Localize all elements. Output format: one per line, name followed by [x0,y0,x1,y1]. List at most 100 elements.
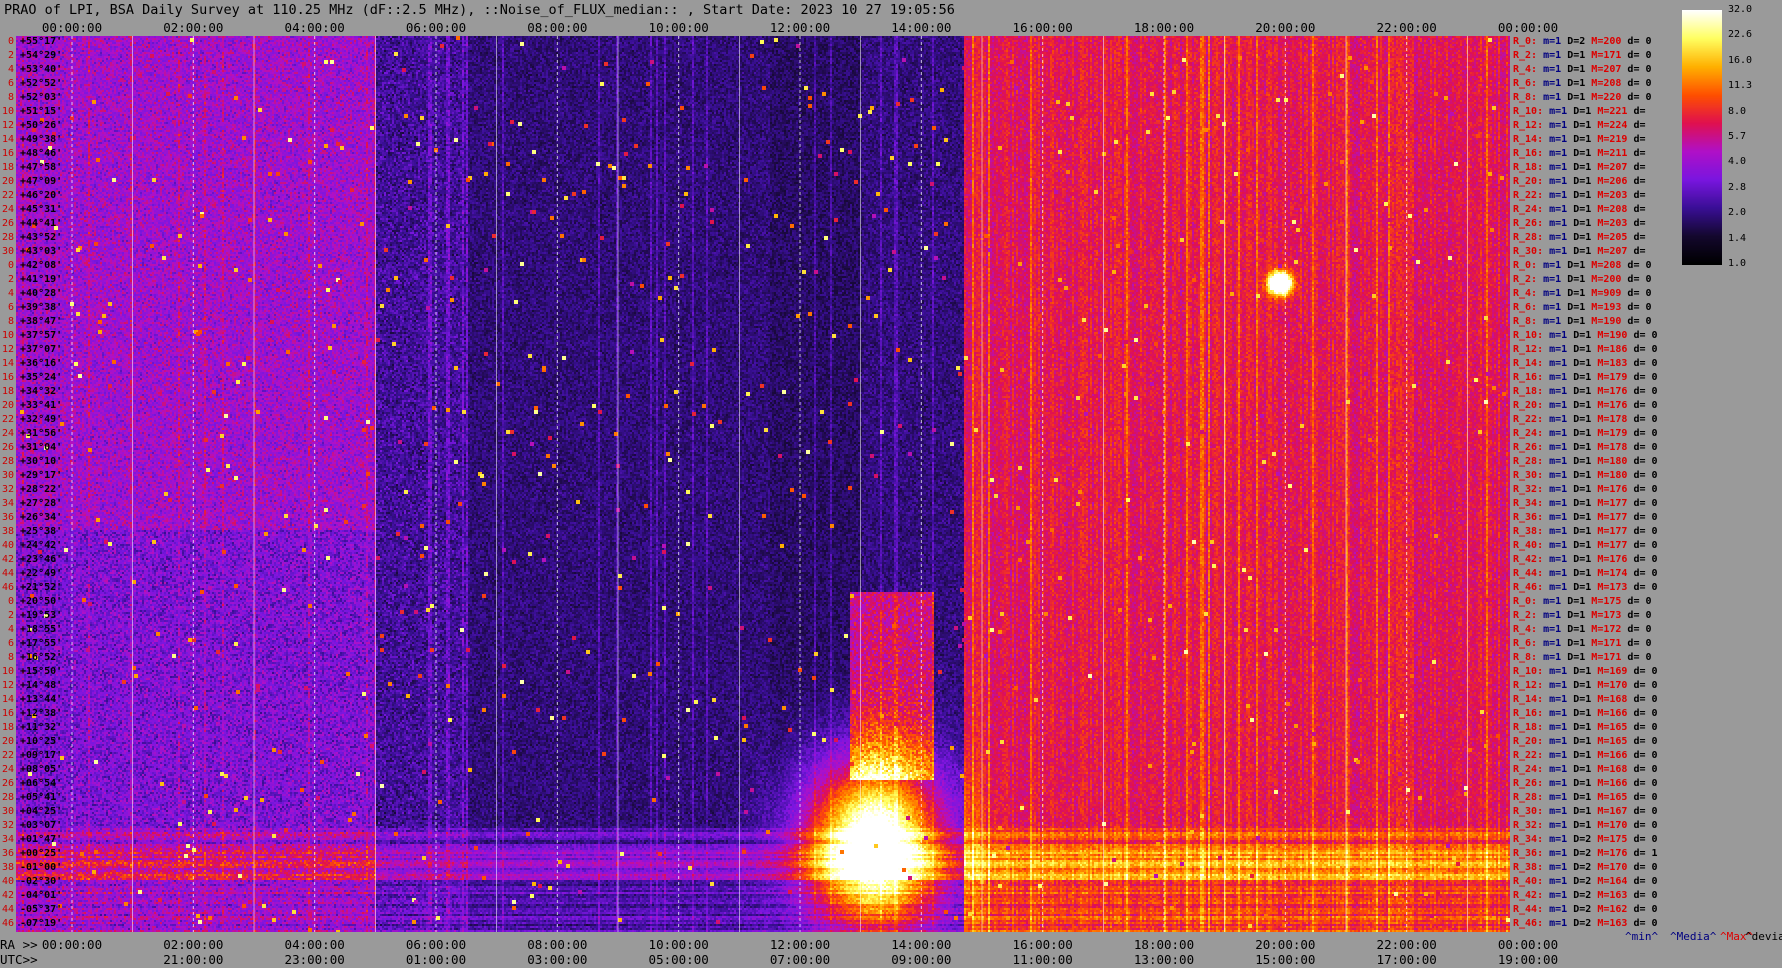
stat-devia: d= 0 [1627,582,1658,593]
stat-min: m=1 [1543,848,1568,859]
legend-media: ^Media^ [1670,930,1717,943]
declination-row-label: 26 +31°04' [0,441,73,455]
stat-devia: d= 0 [1627,484,1658,495]
stat-devia: d= [1627,232,1646,243]
colorbar-tick: 1.0 [1728,258,1747,269]
stat-row-id: R_40: [1513,876,1544,887]
stat-row-id: R_16: [1513,372,1544,383]
stat-max: M=179 [1591,372,1628,383]
declination-value: +24°42' [14,540,63,551]
row-index: 44 [1,568,14,579]
stat-max: M=211 [1591,148,1628,159]
stat-devia: d= [1627,218,1646,229]
stat-max: M=176 [1591,554,1628,565]
stat-min: m=1 [1543,582,1568,593]
stat-max: M=175 [1585,596,1622,607]
stat-d: D=1 [1561,638,1586,649]
declination-value: +23°46' [14,554,63,565]
declination-row-label: 34 +01°47' [0,833,73,847]
declination-value: +42°08' [14,260,63,271]
stat-min: m=1 [1543,750,1568,761]
stat-row-id: R_32: [1513,820,1544,831]
stat-min: m=1 [1543,764,1568,775]
row-stat: R_24: m=1 D=1 M=168 d= 0 [1513,763,1658,777]
stat-min: m=1 [1543,876,1568,887]
row-index: 24 [1,428,14,439]
top-time-tick: 00:00:00 [41,20,103,35]
declination-value: +00°25' [14,848,63,859]
row-stat: R_26: m=1 D=1 M=166 d= 0 [1513,777,1658,791]
stat-d: D=1 [1567,414,1592,425]
row-index: 46 [1,582,14,593]
declination-value: +19°53' [14,610,63,621]
declination-row-label: 16 +12°38' [0,707,73,721]
stat-min: m=1 [1543,358,1568,369]
declination-row-label: 16 +48°46' [0,147,73,161]
stat-min: m=1 [1537,596,1562,607]
row-stat: R_40: m=1 D=1 M=177 d= 0 [1513,539,1658,553]
row-stat: R_14: m=1 D=1 M=183 d= 0 [1513,357,1658,371]
row-index: 2 [7,50,14,61]
stat-d: D=1 [1561,596,1586,607]
stat-row-id: R_4: [1513,64,1538,75]
declination-row-label: 46 -07°19' [0,917,73,931]
top-time-tick: 12:00:00 [769,20,831,35]
stat-devia: d= 0 [1627,414,1658,425]
stat-devia: d= 0 [1627,540,1658,551]
row-index: 36 [1,848,14,859]
row-stat: R_14: m=1 D=1 M=219 d= [1513,133,1645,147]
top-time-tick: 00:00:00 [1497,20,1559,35]
declination-row-label: 40 +24°42' [0,539,73,553]
stat-d: D=1 [1567,442,1592,453]
declination-value: +10°25' [14,736,63,747]
stat-row-id: R_24: [1513,764,1544,775]
row-stat: R_22: m=1 D=1 M=178 d= 0 [1513,413,1658,427]
row-stat: R_8: m=1 D=1 M=190 d= 0 [1513,315,1652,329]
stat-row-id: R_8: [1513,652,1538,663]
stat-d: D=1 [1567,666,1592,677]
declination-row-label: 24 +08°05' [0,763,73,777]
stat-row-id: R_14: [1513,358,1544,369]
stat-row-id: R_6: [1513,302,1538,313]
stat-row-id: R_30: [1513,470,1544,481]
stat-max: M=205 [1591,232,1628,243]
declination-value: +38°47' [14,316,63,327]
declination-row-label: 22 +32°49' [0,413,73,427]
declination-value: +50°26' [14,120,63,131]
declination-row-label: 12 +50°26' [0,119,73,133]
declination-value: +31°04' [14,442,63,453]
top-time-tick: 20:00:00 [1255,20,1316,35]
stat-row-id: R_18: [1513,386,1544,397]
stat-devia: d= 0 [1627,806,1658,817]
stat-devia: d= 0 [1627,764,1658,775]
stat-d: D=1 [1567,484,1592,495]
stat-row-id: R_24: [1513,204,1544,215]
row-stat: R_0: m=1 D=2 M=200 d= 0 [1513,35,1652,49]
stat-devia: d= 0 [1627,358,1658,369]
row-index: 28 [1,456,14,467]
declination-value: +43°52' [14,232,63,243]
stat-max: M=171 [1585,50,1622,61]
declination-value: +03°07' [14,820,63,831]
stat-devia: d= 0 [1621,316,1652,327]
stat-max: M=176 [1591,848,1628,859]
stat-row-id: R_10: [1513,106,1544,117]
row-stat: R_10: m=1 D=1 M=190 d= 0 [1513,329,1658,343]
stat-d: D=1 [1567,694,1592,705]
stat-max: M=200 [1585,274,1622,285]
utc-time-tick: 23:00:00 [284,952,345,967]
declination-value: +20°50' [14,596,63,607]
row-stat: R_4: m=1 D=1 M=172 d= 0 [1513,623,1652,637]
declination-value: +52°52' [14,78,63,89]
top-time-tick: 08:00:00 [527,20,588,35]
row-index: 18 [1,722,14,733]
stat-min: m=1 [1537,260,1562,271]
stat-d: D=1 [1567,246,1592,257]
utc-time-tick: 21:00:00 [163,952,224,967]
row-index: 38 [1,862,14,873]
row-stat: R_6: m=1 D=1 M=171 d= 0 [1513,637,1652,651]
declination-row-label: 18 +34°32' [0,385,73,399]
declination-row-label: 2 +54°29' [0,49,73,63]
declination-value: -05°37' [14,904,63,915]
stat-devia: d= [1627,176,1646,187]
